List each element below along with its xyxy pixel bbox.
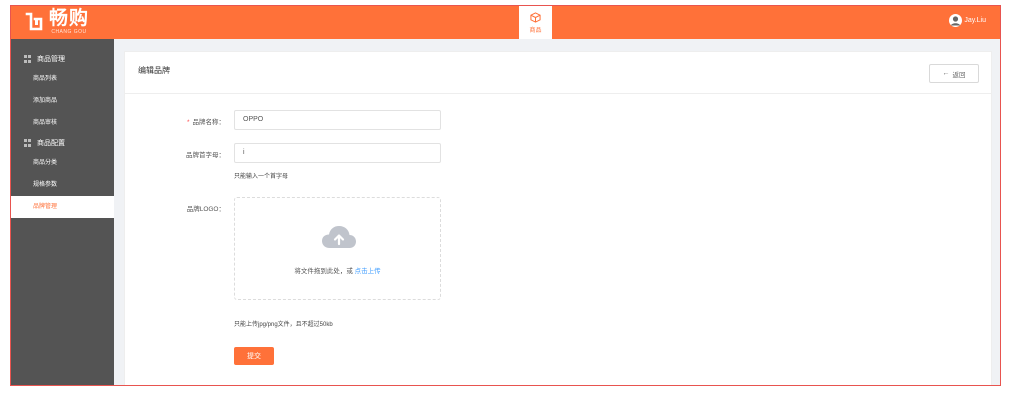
- grid-icon: [24, 139, 32, 147]
- sidebar-group-goods-config[interactable]: 商品配置: [11, 134, 114, 152]
- upload-instruction: 将文件拖到此处，或 点击上传: [294, 268, 381, 275]
- sidebar-item-goods-list[interactable]: 商品列表: [11, 68, 114, 90]
- sidebar-group-label: 商品配置: [37, 140, 65, 147]
- brand-name-input[interactable]: OPPO: [234, 110, 441, 130]
- arrow-left-icon: ←: [942, 70, 950, 77]
- required-mark: *: [186, 119, 190, 126]
- sidebar-item-goods-audit[interactable]: 商品审核: [11, 112, 114, 134]
- avatar: [949, 14, 963, 27]
- sidebar-item-add-goods[interactable]: 添加商品: [11, 90, 114, 112]
- user-icon: [951, 16, 961, 26]
- sidebar-group-label: 商品管理: [37, 56, 65, 63]
- brand-letter-input[interactable]: i: [234, 143, 441, 163]
- logo-upload-dropzone[interactable]: 将文件拖到此处，或 点击上传: [234, 197, 441, 300]
- nav-tab-goods[interactable]: 商品: [519, 6, 552, 39]
- grid-icon: [24, 55, 32, 63]
- brand-name-label: * 品牌名称：: [186, 119, 225, 126]
- app-frame: 畅购 CHANG GOU 商品 Jay.Liu 商品管理 商品列表 添加商品 商…: [10, 5, 1001, 386]
- user-name: Jay.Liu: [964, 17, 986, 24]
- back-button-label: 返回: [952, 71, 966, 79]
- submit-button[interactable]: 提交: [234, 347, 274, 365]
- sidebar: 商品管理 商品列表 添加商品 商品审核 商品配置 商品分类 规格参数 品牌管理: [11, 39, 114, 385]
- cloud-upload-icon: [322, 226, 356, 248]
- logo-icon: [25, 11, 45, 33]
- sidebar-item-spec-params[interactable]: 规格参数: [11, 174, 114, 196]
- logo[interactable]: 畅购 CHANG GOU: [25, 9, 89, 37]
- back-button[interactable]: ← 返回: [929, 64, 979, 83]
- upload-hint: 只能上传jpg/png文件，且不超过50kb: [234, 322, 333, 328]
- nav-tab-label: 商品: [529, 27, 542, 34]
- card-header: 编辑品牌 ← 返回: [125, 52, 991, 94]
- brand-letter-label: 品牌首字母：: [186, 152, 225, 159]
- edit-brand-card: 编辑品牌 ← 返回 * 品牌名称： OPPO 品牌首字母： i 只能输入一个首字母…: [124, 51, 992, 385]
- brand-letter-hint: 只能输入一个首字母: [234, 174, 289, 180]
- sidebar-item-brand-management[interactable]: 品牌管理: [11, 196, 114, 218]
- logo-subtext: CHANG GOU: [51, 29, 87, 35]
- logo-text: 畅购: [49, 8, 90, 29]
- user-menu[interactable]: Jay.Liu: [949, 14, 986, 27]
- page-title: 编辑品牌: [138, 66, 170, 75]
- sidebar-item-goods-category[interactable]: 商品分类: [11, 152, 114, 174]
- top-bar: 畅购 CHANG GOU 商品 Jay.Liu: [11, 6, 1000, 39]
- cube-icon: [530, 11, 541, 23]
- sidebar-group-goods-management[interactable]: 商品管理: [11, 50, 114, 68]
- brand-logo-label: 品牌LOGO：: [186, 206, 225, 213]
- upload-link[interactable]: 点击上传: [355, 268, 381, 275]
